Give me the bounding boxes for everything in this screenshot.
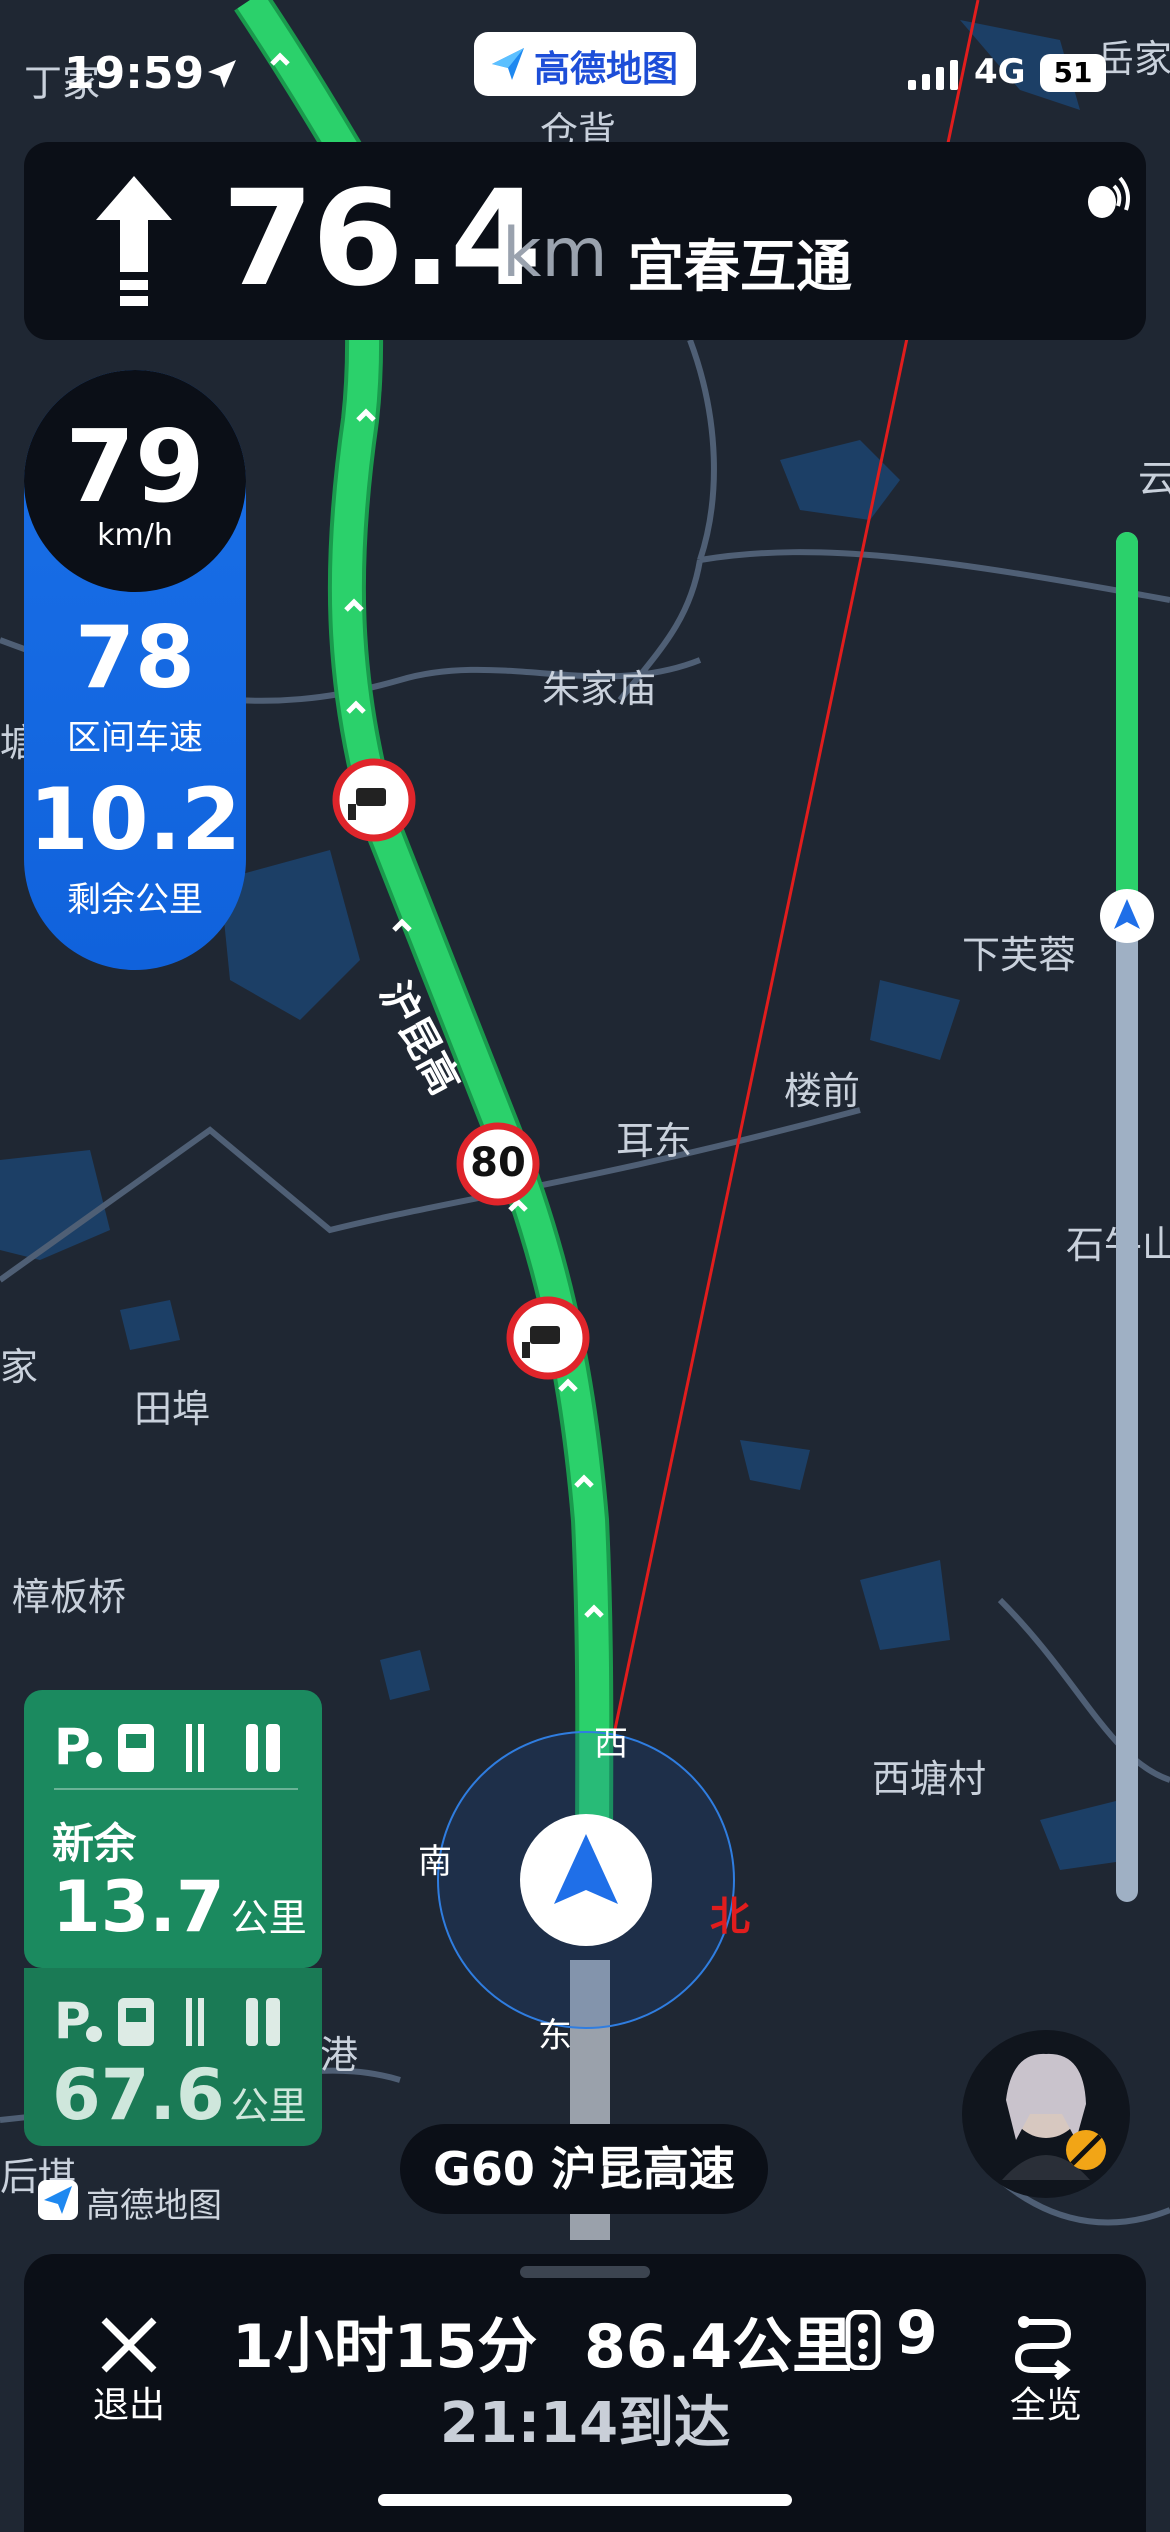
traffic-camera-icon[interactable] xyxy=(506,1296,590,1380)
cellular-signal-icon xyxy=(908,60,958,90)
speed-panel: 79 km/h 78 区间车速 10.2 剩余公里 xyxy=(24,370,246,970)
remaining-duration: 1小时15分 xyxy=(232,2312,538,2382)
section-remaining-label: 剩余公里 xyxy=(67,880,203,920)
distance-value: 67.6 xyxy=(52,2054,225,2136)
close-icon[interactable] xyxy=(94,2310,164,2380)
speed-unit: km/h xyxy=(97,518,173,553)
route-progress-bar xyxy=(1116,532,1138,1902)
divider xyxy=(54,1788,298,1790)
brand-badge: 高德地图 xyxy=(474,32,696,96)
arrival-time: 21:14到达 xyxy=(439,2391,731,2456)
service-facility-icons: P xyxy=(54,1718,280,1776)
distance-unit: km xyxy=(502,214,608,293)
speed-limit-value: 80 xyxy=(470,1140,526,1186)
section-avg-speed: 78 xyxy=(75,608,195,708)
next-maneuver-distance: 76.4 xyxy=(222,162,542,316)
service-area-distance: 13.7 公里 xyxy=(52,1866,307,1948)
service-area-name: 新余 xyxy=(52,1819,137,1868)
assistant-avatar-icon xyxy=(1002,2053,1106,2180)
network-type: 4G xyxy=(974,52,1026,92)
route-progress-fill xyxy=(1116,532,1138,916)
home-indicator[interactable] xyxy=(378,2494,792,2506)
route-overview-icon[interactable] xyxy=(1008,2310,1078,2380)
straight-arrow-icon xyxy=(96,176,172,306)
voice-broadcast-icon[interactable] xyxy=(1078,172,1134,228)
drag-handle[interactable] xyxy=(520,2266,650,2278)
trip-summary: 1小时15分 86.4公里 xyxy=(232,2298,852,2385)
map-label: 楼前 xyxy=(784,1069,861,1113)
map-label: 家 xyxy=(0,1345,39,1389)
map-label: 耳东 xyxy=(616,1119,693,1163)
section-avg-speed-label: 区间车速 xyxy=(67,718,203,758)
map-label: 港 xyxy=(320,2033,359,2077)
status-bar: 19:59 高德地图 4G 51 xyxy=(0,32,1170,104)
amap-logo-icon xyxy=(38,2180,78,2220)
overview-button[interactable]: 全览 xyxy=(996,2376,1096,2428)
service-area-card[interactable]: P 67.6 公里 xyxy=(24,1968,322,2146)
current-speed: 79 xyxy=(65,408,205,525)
next-road-name: 宜春互通 xyxy=(628,235,852,300)
car-arrow-icon xyxy=(1114,899,1140,929)
remaining-distance: 86.4公里 xyxy=(584,2312,853,2382)
traffic-light-icon xyxy=(845,2310,881,2370)
map-label: 云 xyxy=(1138,457,1170,501)
distance-unit: 公里 xyxy=(230,2084,307,2128)
service-facility-icons: P xyxy=(54,1992,280,2050)
compass-north: 北 xyxy=(710,1894,750,1940)
brand-name: 高德地图 xyxy=(534,49,679,90)
map-label: 下芙蓉 xyxy=(962,933,1077,977)
compass-east: 东 xyxy=(538,2016,572,2056)
turn-guidance-panel[interactable]: 76.4 km 宜春互通 xyxy=(24,142,1146,340)
map-label: 朱家庙 xyxy=(542,667,657,711)
distance-value: 13.7 xyxy=(52,1866,225,1948)
map-label: 田埠 xyxy=(134,1387,211,1431)
map-watermark: 高德地图 xyxy=(38,2178,258,2226)
svg-text:P: P xyxy=(54,1992,91,2050)
section-remaining-km: 10.2 xyxy=(28,770,242,870)
distance-unit: 公里 xyxy=(230,1896,307,1940)
compass-south: 南 xyxy=(418,1842,452,1882)
voice-assistant-avatar[interactable] xyxy=(962,2030,1130,2198)
location-arrow-icon xyxy=(208,60,236,88)
navigation-bottom-bar[interactable]: 退出 1小时15分 86.4公里 9 21:14到达 全览 xyxy=(24,2254,1146,2532)
status-time: 19:59 xyxy=(64,48,205,99)
watermark-text: 高德地图 xyxy=(86,2186,222,2226)
svg-text:P: P xyxy=(54,1718,91,1776)
service-area-distance: 67.6 公里 xyxy=(52,2054,307,2136)
battery-level: 51 xyxy=(1040,54,1106,92)
current-road-name: G60 沪昆高速 xyxy=(400,2124,768,2214)
map-label: 樟板桥 xyxy=(12,1575,127,1619)
compass-west: 西 xyxy=(594,1724,628,1764)
amap-logo-icon xyxy=(492,48,524,80)
map-label: 西塘村 xyxy=(872,1757,987,1801)
traffic-light-count: 9 xyxy=(896,2298,938,2368)
traffic-camera-icon[interactable] xyxy=(332,758,416,842)
service-area-card[interactable]: P 新余 13.7 公里 xyxy=(24,1690,322,1968)
progress-car-marker xyxy=(1100,889,1154,943)
